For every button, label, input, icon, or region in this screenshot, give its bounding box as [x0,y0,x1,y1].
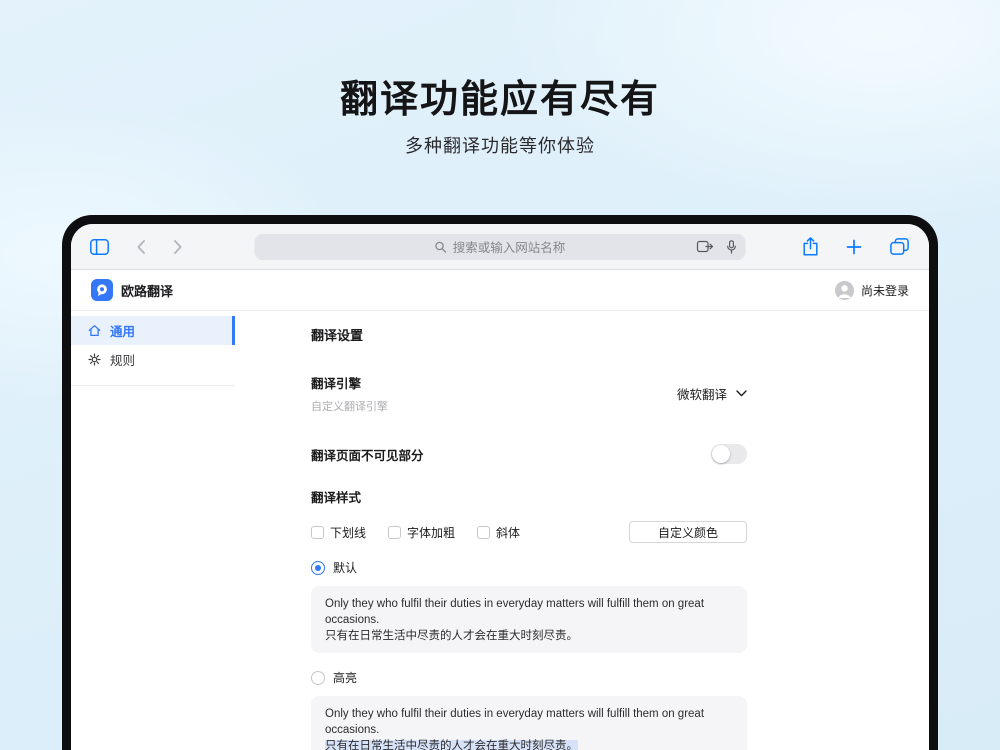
checkbox-icon[interactable] [311,525,324,539]
checkbox-label: 斜体 [496,525,521,540]
style-option-highlight[interactable]: 高亮 [311,669,747,686]
invisible-row: 翻译页面不可见部分 [311,444,747,464]
checkbox-icon[interactable] [388,525,402,539]
back-chevron-icon[interactable] [136,239,146,255]
checkbox-icon[interactable] [477,525,491,539]
chevron-down-icon [736,390,747,397]
sample-text-zh-highlighted: 只有在日常生活中尽责的人才会在重大时刻尽责。 [325,740,578,750]
engine-description: 自定义翻译引擎 [311,401,388,413]
radio-icon[interactable] [311,670,325,685]
sample-text-en: Only they who fulfil their duties in eve… [325,598,705,626]
style-checkbox-row: 下划线 字体加粗 斜体 自定义颜色 [311,521,747,543]
style-label: 翻译样式 [311,491,362,505]
checkbox-italic[interactable]: 斜体 [477,524,520,541]
sample-highlight: Only they who fulfil their duties in eve… [311,696,747,750]
new-tab-icon[interactable] [846,239,862,255]
address-bar[interactable]: 搜索或输入网站名称 [254,233,746,260]
avatar-icon [834,280,854,300]
sidebar-item-general[interactable]: 通用 [71,316,235,345]
radio-icon[interactable] [311,560,325,575]
forward-chevron-icon[interactable] [173,239,183,255]
app-name: 欧路翻译 [121,283,174,299]
extension-icon[interactable] [696,240,714,253]
mic-icon[interactable] [727,239,737,254]
hero-title: 翻译功能应有尽有 [339,79,660,121]
page-title: 翻译设置 [311,328,364,343]
engine-selected-value: 微软翻译 [676,388,727,402]
share-icon[interactable] [803,237,818,256]
home-icon [88,324,101,337]
login-area[interactable]: 尚未登录 [834,280,909,300]
custom-color-button[interactable]: 自定义颜色 [629,521,747,543]
style-option-default[interactable]: 默认 [311,559,747,576]
search-icon [435,241,447,253]
tabs-icon[interactable] [890,238,909,255]
sample-text-zh: 只有在日常生活中尽责的人才会在重大时刻尽责。 [325,630,578,642]
checkbox-label: 字体加粗 [407,525,456,540]
sidebar-toggle-icon[interactable] [90,238,109,255]
hero-subtitle: 多种翻译功能等你体验 [405,136,595,156]
login-status: 尚未登录 [860,283,909,298]
checkbox-bold[interactable]: 字体加粗 [388,524,455,541]
app-logo-icon [91,279,113,301]
sidebar-item-label: 规则 [110,354,136,368]
checkbox-underline[interactable]: 下划线 [311,524,366,541]
sidebar-item-label: 通用 [110,325,136,339]
settings-main: 翻译设置 翻译引擎 自定义翻译引擎 微软翻译 翻译页面不可见部分 翻译样式 下划… [311,311,747,750]
sample-default: Only they who fulfil their duties in eve… [311,586,747,653]
checkbox-label: 下划线 [330,525,367,540]
engine-dropdown[interactable]: 微软翻译 [677,384,747,403]
sidebar-divider [71,385,235,386]
browser-window: 搜索或输入网站名称 欧路翻译 尚未登录 通用 规则 翻译设置 翻译引擎 自定义翻… [71,224,929,750]
sidebar-item-rules[interactable]: 规则 [71,345,235,374]
radio-label: 默认 [333,561,358,575]
browser-toolbar: 搜索或输入网站名称 [71,224,929,270]
radio-label: 高亮 [333,671,358,685]
sample-text-en: Only they who fulfil their duties in eve… [325,708,705,736]
engine-label: 翻译引擎 [311,377,362,391]
engine-row: 翻译引擎 自定义翻译引擎 微软翻译 [311,373,747,414]
invisible-label: 翻译页面不可见部分 [311,448,424,463]
invisible-toggle[interactable] [711,444,747,464]
app-header: 欧路翻译 尚未登录 [71,270,929,311]
tablet-frame: 搜索或输入网站名称 欧路翻译 尚未登录 通用 规则 翻译设置 翻译引擎 自定义翻… [62,215,938,750]
address-placeholder: 搜索或输入网站名称 [452,241,566,255]
settings-sidebar: 通用 规则 [71,311,311,750]
gear-icon [88,353,101,366]
